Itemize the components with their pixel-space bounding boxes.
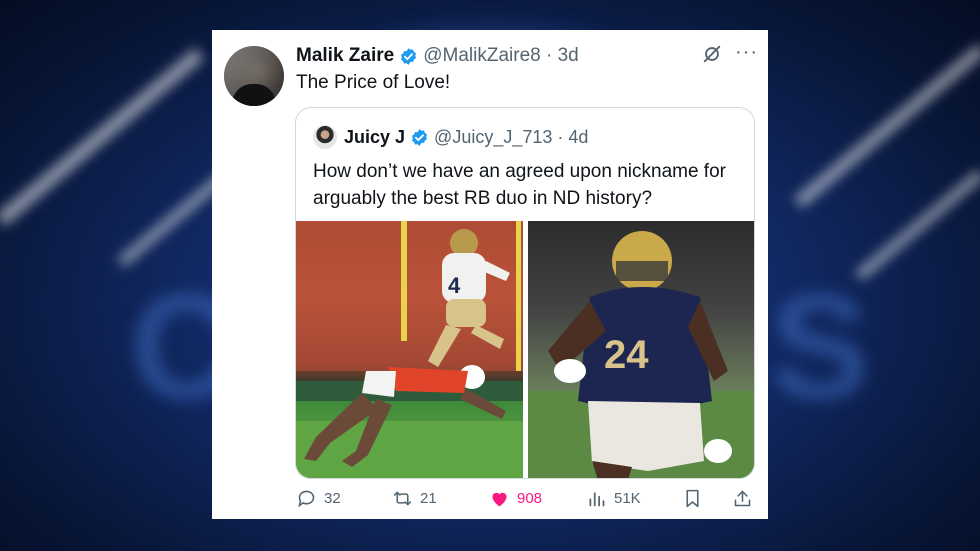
quoted-handle-time[interactable]: @Juicy_J_713 · 4d: [434, 127, 588, 148]
tweet-header: Malik Zaire @MalikZaire8 · 3d: [296, 44, 579, 68]
retweet-count: 21: [420, 489, 437, 507]
views-icon: [589, 491, 605, 506]
retweet-button[interactable]: 21: [392, 486, 437, 510]
bookmark-button[interactable]: [682, 486, 710, 510]
background-stripe: [855, 169, 980, 281]
quoted-author-name[interactable]: Juicy J: [344, 127, 405, 148]
avatar[interactable]: [224, 46, 284, 106]
action-bar: 32 21 908 51K: [296, 486, 756, 510]
author-handle-time[interactable]: @MalikZaire8 · 3d: [423, 45, 579, 67]
photo-hurdle[interactable]: 4: [296, 221, 523, 478]
retweet-icon: [393, 491, 412, 505]
quoted-text: How don’t we have an agreed upon nicknam…: [313, 161, 726, 209]
bookmark-icon: [686, 489, 699, 507]
photo-runner[interactable]: 24: [528, 221, 754, 478]
quoted-tweet[interactable]: Juicy J @Juicy_J_713 · 4d How don’t we h…: [295, 107, 755, 479]
like-button[interactable]: 908: [489, 486, 542, 510]
share-icon: [734, 490, 751, 506]
verified-icon: [401, 47, 417, 65]
background-blur-letter: S: [770, 262, 871, 430]
reply-count: 32: [324, 489, 341, 507]
views-count: 51K: [614, 489, 641, 507]
quoted-avatar[interactable]: [313, 125, 337, 149]
like-count: 908: [517, 489, 543, 507]
reply-icon: [298, 490, 315, 507]
grok-icon[interactable]: [701, 43, 723, 65]
author-name[interactable]: Malik Zaire: [296, 45, 394, 67]
jersey-number-left: 4: [448, 273, 461, 298]
views-button[interactable]: 51K: [586, 486, 641, 510]
quoted-media[interactable]: 4 24: [296, 221, 754, 478]
verified-icon: [412, 128, 428, 146]
tweet-text: The Price of Love!: [296, 72, 451, 93]
reply-button[interactable]: 32: [296, 486, 341, 510]
jersey-number-right: 24: [604, 333, 649, 377]
background-stripe: [794, 44, 980, 208]
tweet-card[interactable]: Malik Zaire @MalikZaire8 · 3d ··· The Pr…: [212, 30, 768, 519]
share-button[interactable]: [732, 486, 760, 510]
quoted-header: Juicy J @Juicy_J_713 · 4d: [344, 125, 588, 149]
photo-hurdle-illustration: [296, 221, 523, 478]
more-icon[interactable]: ···: [735, 42, 757, 65]
like-icon: [492, 492, 507, 506]
background-stripe: [0, 48, 205, 226]
